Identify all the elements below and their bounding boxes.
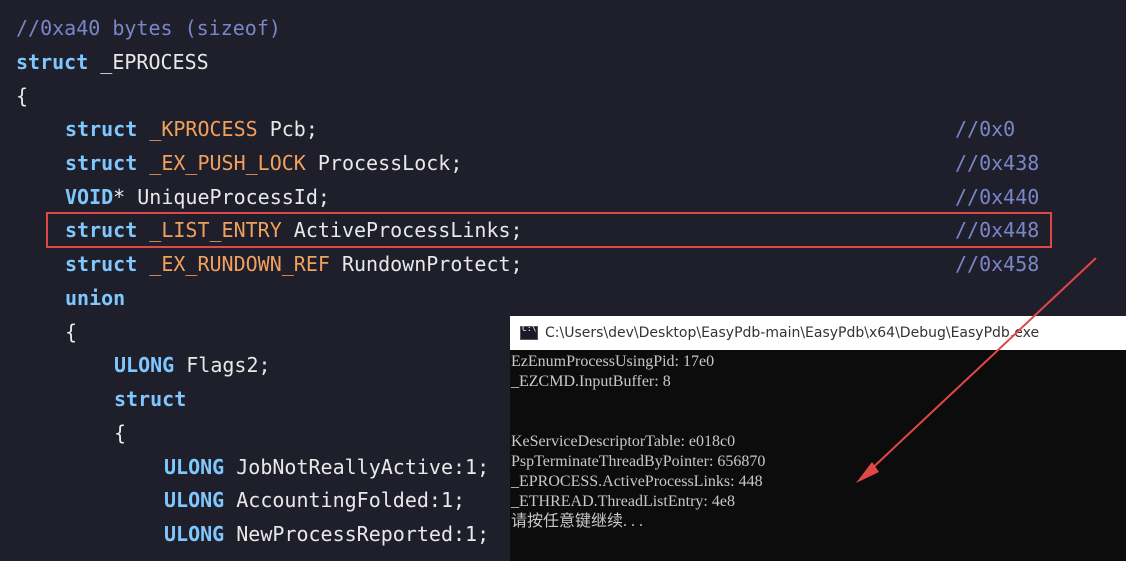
keyword: struct — [65, 117, 138, 141]
member-name: JobNotReallyActive:1; — [224, 455, 490, 479]
code-line-5: struct _EX_PUSH_LOCK ProcessLock; — [65, 147, 462, 179]
console-app-icon — [520, 324, 538, 340]
console-output: EzEnumProcessUsingPid: 17e0 _EZCMD.InputB… — [510, 350, 1126, 532]
code-line-3: { — [16, 80, 28, 112]
member-name: NewProcessReported:1; — [224, 522, 490, 546]
code-line-14: ULONG JobNotReallyActive:1; — [164, 451, 489, 483]
console-line: EzEnumProcessUsingPid: 17e0 — [511, 353, 715, 370]
type-name: _EX_RUNDOWN_REF — [137, 252, 330, 276]
member-name: Pcb; — [257, 117, 318, 141]
offset-comment: //0x0 — [955, 117, 1016, 141]
console-line: PspTerminateThreadByPointer: 656870 — [511, 453, 766, 470]
code-line-10: { — [65, 316, 77, 348]
member-name: RundownProtect; — [329, 252, 523, 276]
highlight-box — [46, 212, 1052, 248]
offset-comment: //0x438 — [955, 151, 1040, 175]
code-line-16: ULONG NewProcessReported:1; — [164, 518, 489, 550]
console-line: _EZCMD.InputBuffer: 8 — [511, 373, 671, 390]
type-name: _EX_PUSH_LOCK — [137, 151, 306, 175]
offset-comment: //0x458 — [955, 252, 1040, 276]
code-line-9: union — [65, 282, 125, 314]
brace: { — [65, 320, 78, 344]
brace: { — [114, 421, 127, 445]
member-name: AccountingFolded:1; — [224, 488, 466, 512]
code-line-4: struct _KPROCESS Pcb; — [65, 113, 318, 145]
keyword: ULONG — [164, 488, 225, 512]
keyword: struct — [114, 387, 187, 411]
keyword: struct — [16, 50, 89, 74]
keyword: ULONG — [164, 522, 225, 546]
offset-comment: //0x440 — [955, 185, 1040, 209]
keyword: VOID — [65, 185, 114, 209]
console-title: C:\Users\dev\Desktop\EasyPdb-main\EasyPd… — [545, 325, 1040, 341]
console-line: KeServiceDescriptorTable: e018c0 — [511, 433, 736, 450]
size-comment: //0xa40 bytes (sizeof) — [16, 16, 281, 40]
type-name: _KPROCESS — [137, 117, 258, 141]
code-line-11: ULONG Flags2; — [114, 349, 271, 381]
console-line: _EPROCESS.ActiveProcessLinks: 448 — [511, 473, 763, 490]
code-line-8: struct _EX_RUNDOWN_REF RundownProtect; — [65, 248, 523, 280]
code-line-1: //0xa40 bytes (sizeof) — [16, 12, 281, 44]
console-title-bar[interactable]: C:\Users\dev\Desktop\EasyPdb-main\EasyPd… — [510, 316, 1126, 350]
member-name: Flags2; — [174, 353, 271, 377]
keyword: ULONG — [164, 455, 225, 479]
code-line-13: { — [114, 417, 126, 449]
keyword: struct — [65, 252, 138, 276]
console-window[interactable]: C:\Users\dev\Desktop\EasyPdb-main\EasyPd… — [510, 316, 1126, 561]
brace: { — [16, 84, 29, 108]
code-line-2: struct _EPROCESS — [16, 46, 209, 78]
code-line-6: VOID* UniqueProcessId; — [65, 181, 330, 213]
keyword: union — [65, 286, 126, 310]
member-name: * UniqueProcessId; — [113, 185, 330, 209]
console-line: _ETHREAD.ThreadListEntry: 4e8 — [511, 493, 735, 510]
member-name: ProcessLock; — [305, 151, 463, 175]
code-line-15: ULONG AccountingFolded:1; — [164, 484, 465, 516]
keyword: ULONG — [114, 353, 175, 377]
struct-name: _EPROCESS — [88, 50, 209, 74]
console-line: 请按任意键继续. . . — [511, 513, 644, 530]
keyword: struct — [65, 151, 138, 175]
code-line-12: struct — [114, 383, 186, 415]
